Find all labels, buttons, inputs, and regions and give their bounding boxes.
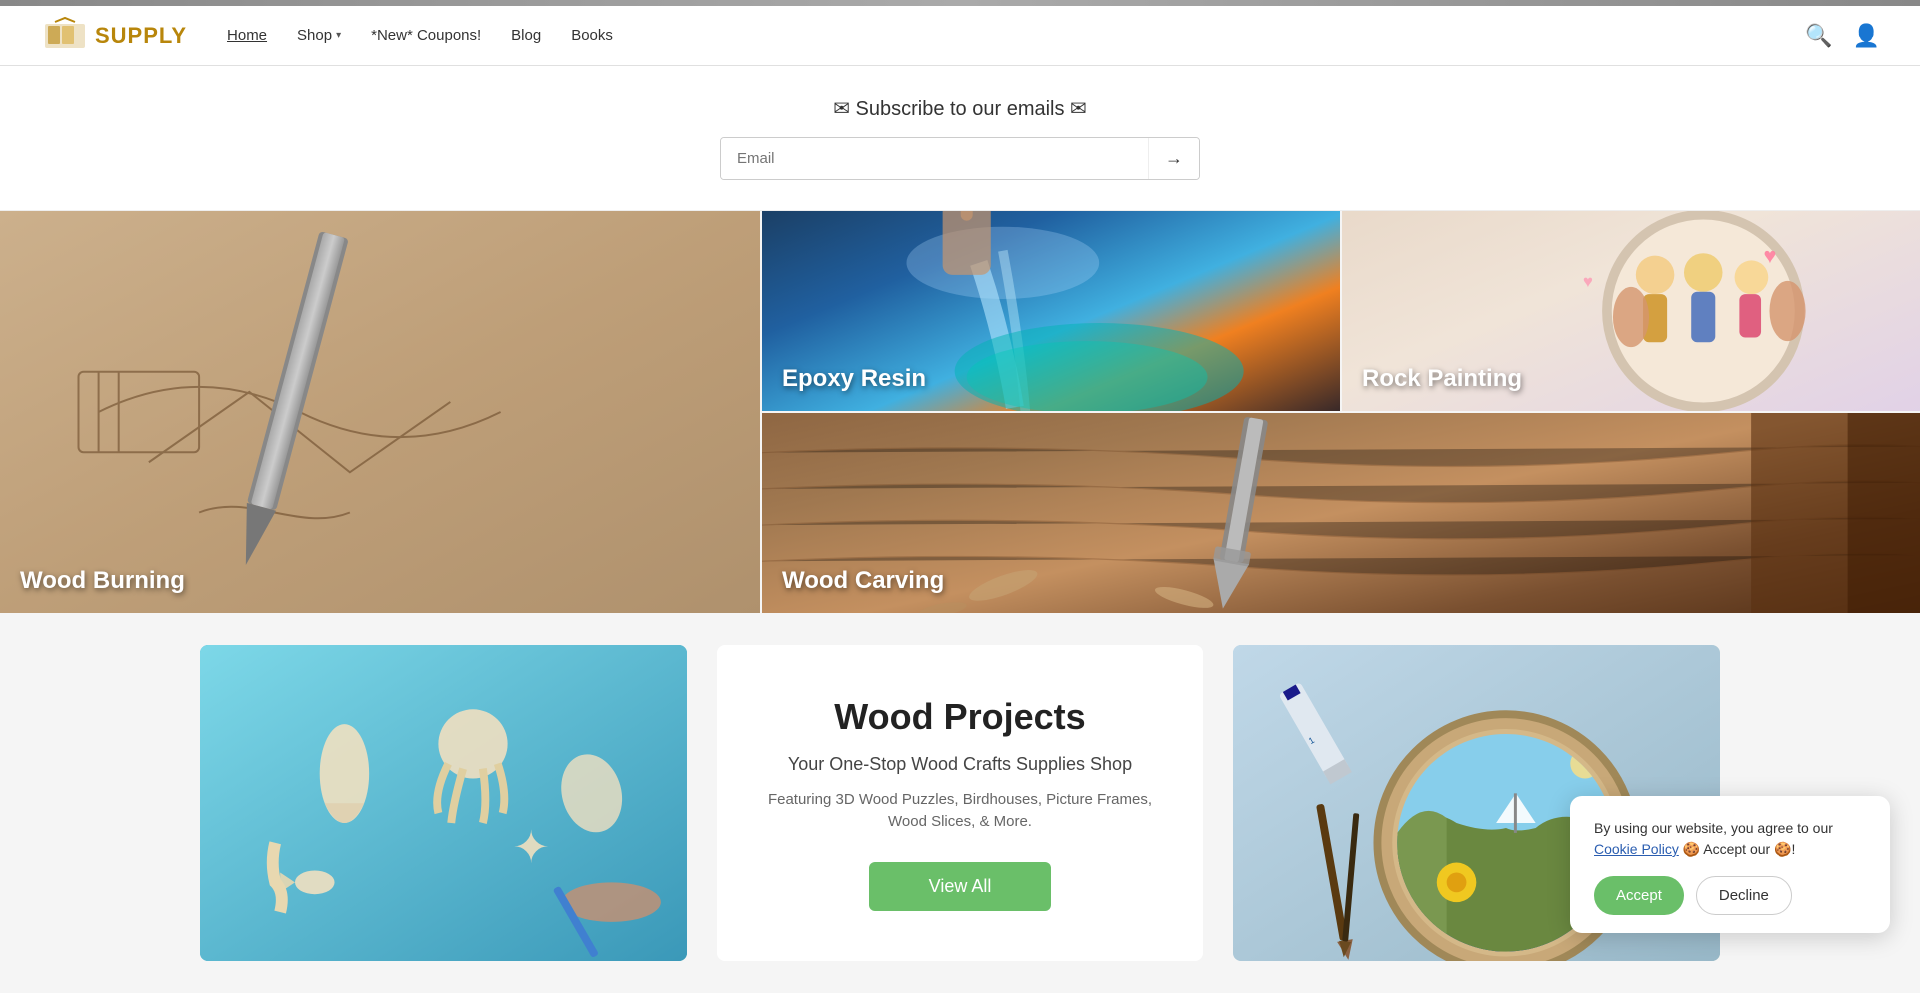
svg-text:♥: ♥ — [1763, 243, 1776, 268]
nav-home[interactable]: Home — [227, 27, 267, 44]
email-input[interactable] — [721, 138, 1148, 179]
nav-shop-wrap[interactable]: Shop ▾ — [297, 27, 341, 44]
search-icon[interactable]: 🔍 — [1805, 23, 1832, 49]
wood-burning-label: Wood Burning — [20, 567, 185, 595]
decline-cookie-button[interactable]: Decline — [1696, 876, 1792, 915]
wood-burning-cell[interactable]: Wood Burning — [0, 211, 760, 613]
nav-coupons[interactable]: *New* Coupons! — [371, 27, 481, 44]
subscribe-title: ✉ Subscribe to our emails ✉ — [20, 96, 1900, 121]
image-grid: Wood Burning — [0, 211, 1920, 613]
header-icons: 🔍 👤 — [1805, 23, 1880, 49]
wood-burning-svg — [0, 211, 760, 613]
wood-projects-subtitle: Your One-Stop Wood Crafts Supplies Shop — [788, 754, 1132, 775]
epoxy-resin-cell[interactable]: Epoxy Resin — [762, 211, 1340, 411]
cookie-policy-link[interactable]: Cookie Policy — [1594, 841, 1679, 857]
cookie-text: By using our website, you agree to our C… — [1594, 818, 1866, 860]
shop-chevron-icon: ▾ — [336, 30, 341, 41]
wood-projects-title: Wood Projects — [834, 696, 1085, 738]
account-icon[interactable]: 👤 — [1853, 23, 1880, 49]
nav-books[interactable]: Books — [571, 27, 613, 44]
center-panel: Wood Projects Your One-Stop Wood Crafts … — [717, 645, 1204, 961]
header: SUPPLY Home Shop ▾ *New* Coupons! Blog B… — [0, 6, 1920, 66]
rock-painting-cell[interactable]: ♥ ♥ Rock Painting — [1342, 211, 1920, 411]
email-input-wrap: → — [720, 137, 1200, 180]
wood-carving-cell[interactable]: Wood Carving — [762, 413, 1920, 613]
nav-blog[interactable]: Blog — [511, 27, 541, 44]
left-product-panel: ✦ — [200, 645, 687, 961]
wood-projects-desc: Featuring 3D Wood Puzzles, Birdhouses, P… — [747, 789, 1174, 834]
svg-text:✦: ✦ — [513, 824, 550, 873]
main-nav: Home Shop ▾ *New* Coupons! Blog Books — [227, 27, 1805, 44]
wood-burning-bg — [0, 211, 760, 613]
rock-painting-label: Rock Painting — [1362, 365, 1522, 393]
cookie-actions: Accept Decline — [1594, 876, 1866, 915]
view-all-button[interactable]: View All — [869, 862, 1052, 911]
cookie-banner: By using our website, you agree to our C… — [1570, 796, 1890, 933]
accept-cookie-button[interactable]: Accept — [1594, 876, 1684, 915]
email-form: → — [710, 137, 1210, 180]
svg-text:♥: ♥ — [1583, 272, 1593, 291]
logo-text: SUPPLY — [95, 23, 187, 49]
logo-icon — [40, 16, 90, 56]
email-submit-button[interactable]: → — [1148, 138, 1199, 179]
logo-area[interactable]: SUPPLY — [40, 16, 187, 56]
nav-shop[interactable]: Shop — [297, 27, 332, 44]
products-svg: ✦ — [200, 645, 687, 961]
wood-carving-label: Wood Carving — [782, 567, 944, 595]
epoxy-resin-label: Epoxy Resin — [782, 365, 926, 393]
subscribe-section: ✉ Subscribe to our emails ✉ → — [0, 66, 1920, 211]
